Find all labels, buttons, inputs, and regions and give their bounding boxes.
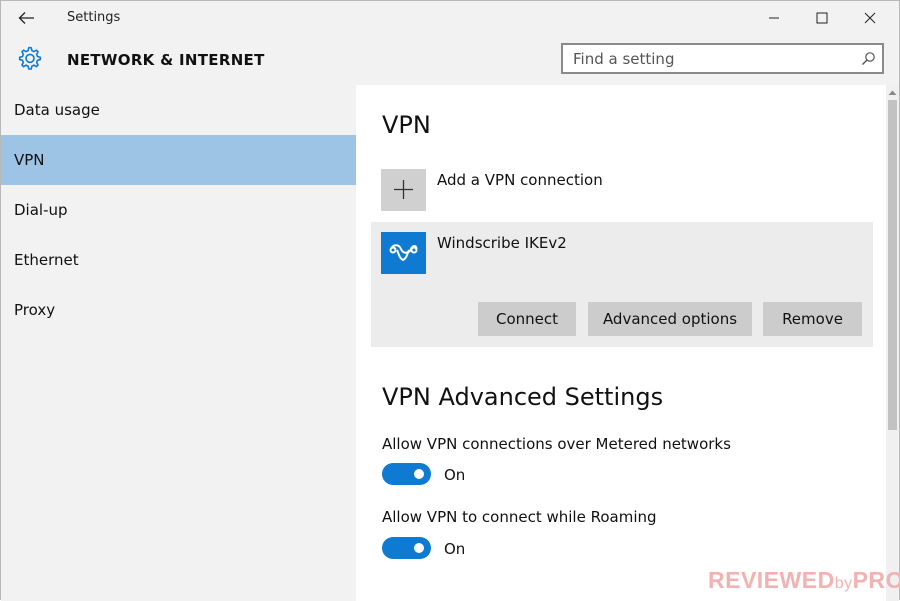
metered-toggle[interactable] <box>382 463 431 485</box>
sidebar-item-label: VPN <box>14 151 45 169</box>
sidebar-item-data-usage[interactable]: Data usage <box>1 85 356 135</box>
watermark-logo: REVIEWEDbyPRO <box>708 567 900 594</box>
window-title: Settings <box>67 10 121 25</box>
vpn-heading: VPN <box>382 111 431 139</box>
plus-icon <box>394 180 413 199</box>
roaming-setting-label: Allow VPN to connect while Roaming <box>382 508 657 526</box>
settings-header: NETWORK & INTERNET <box>1 35 899 85</box>
minimize-button[interactable] <box>751 1 797 35</box>
maximize-button[interactable] <box>799 1 845 35</box>
metered-toggle-state: On <box>444 466 466 484</box>
vpn-connection-card[interactable]: Windscribe IKEv2 Connect Advanced option… <box>371 222 873 347</box>
close-icon <box>864 12 876 24</box>
add-vpn-button[interactable] <box>381 169 426 211</box>
toggle-knob <box>414 469 424 479</box>
arrow-left-icon <box>18 12 34 24</box>
sidebar-item-label: Dial-up <box>14 201 68 219</box>
add-vpn-label[interactable]: Add a VPN connection <box>437 171 603 189</box>
metered-setting-label: Allow VPN connections over Metered netwo… <box>382 435 731 453</box>
windscribe-logo-icon <box>381 232 426 274</box>
close-button[interactable] <box>847 1 893 35</box>
page-title: NETWORK & INTERNET <box>67 51 265 69</box>
settings-window: Settings NETWORK & INTERNET Find a setti… <box>0 0 900 601</box>
vpn-connection-name: Windscribe IKEv2 <box>437 234 567 252</box>
remove-button[interactable]: Remove <box>763 302 862 336</box>
sidebar-item-vpn[interactable]: VPN <box>1 135 356 185</box>
sidebar-item-dial-up[interactable]: Dial-up <box>1 185 356 235</box>
search-box[interactable] <box>561 43 884 74</box>
gear-icon <box>15 44 43 72</box>
vertical-scrollbar[interactable] <box>886 85 899 601</box>
sidebar-item-label: Data usage <box>14 101 100 119</box>
sidebar-item-label: Ethernet <box>14 251 79 269</box>
scrollbar-thumb[interactable] <box>888 100 897 430</box>
roaming-toggle-state: On <box>444 540 466 558</box>
title-bar: Settings <box>1 1 899 35</box>
sidebar: Data usage VPN Dial-up Ethernet Proxy <box>1 85 356 601</box>
advanced-settings-heading: VPN Advanced Settings <box>382 383 664 411</box>
scroll-up-arrow-icon[interactable] <box>888 89 897 96</box>
watermark-by: by <box>834 575 853 592</box>
sidebar-item-proxy[interactable]: Proxy <box>1 285 356 335</box>
sidebar-item-ethernet[interactable]: Ethernet <box>1 235 356 285</box>
toggle-knob <box>414 543 424 553</box>
search-input[interactable] <box>573 48 843 69</box>
main-content: VPN Add a VPN connection Windscribe IKEv… <box>356 85 886 601</box>
search-icon[interactable] <box>861 51 876 66</box>
watermark-main: REVIEWED <box>708 567 835 593</box>
minimize-icon <box>769 17 779 19</box>
advanced-options-button[interactable]: Advanced options <box>588 302 752 336</box>
back-button[interactable] <box>13 6 39 30</box>
connect-button[interactable]: Connect <box>478 302 576 336</box>
watermark-end: PRO <box>852 567 900 593</box>
sidebar-item-label: Proxy <box>14 301 56 319</box>
roaming-toggle[interactable] <box>382 537 431 559</box>
maximize-icon <box>816 12 828 24</box>
